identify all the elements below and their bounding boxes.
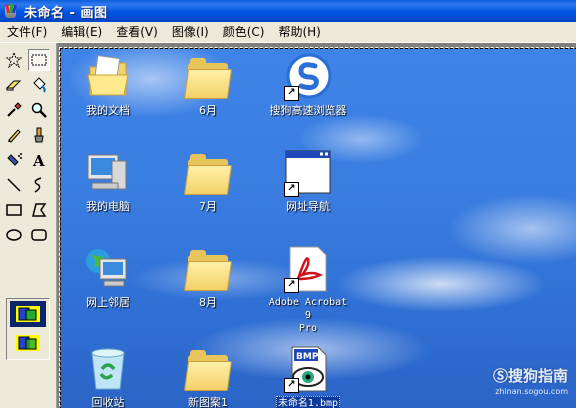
folder-icon (183, 149, 233, 197)
menu-file[interactable]: 文件(F) (0, 23, 54, 41)
ellipse-icon (6, 229, 22, 241)
recycle-bin-icon (84, 345, 132, 393)
airbrush-icon (7, 153, 22, 166)
svg-text:BMP: BMP (296, 352, 319, 362)
bmp-file-icon: BMP ↗ (284, 345, 332, 393)
airbrush-tool[interactable] (3, 149, 25, 171)
my-documents-icon (84, 53, 132, 101)
icon-label: 未命名1.bmp (275, 396, 341, 408)
watermark: Ⓢ搜狗指南 zhinan.sogou.com (493, 365, 568, 396)
shortcut-arrow-icon: ↗ (284, 182, 299, 197)
desktop-icon-my-documents[interactable]: 我的文档 (65, 53, 151, 117)
desktop-icon-folder-6[interactable]: 6月 (165, 53, 251, 117)
menu-edit[interactable]: 编辑(E) (54, 23, 109, 41)
network-places-icon (84, 245, 132, 293)
polygon-icon (32, 203, 47, 217)
desktop-icon-recycle-bin[interactable]: 回收站 (65, 345, 151, 408)
watermark-url: zhinan.sogou.com (495, 387, 568, 396)
eraser-icon (5, 80, 22, 91)
desktop-icon-folder-8[interactable]: 8月 (165, 245, 251, 309)
sogou-logo-icon: Ⓢ (492, 367, 508, 385)
folder-icon (183, 345, 233, 393)
pencil-tool[interactable] (3, 124, 25, 146)
desktop-icon-new-pattern[interactable]: 新图案1 (165, 345, 251, 408)
fill-tool[interactable] (28, 74, 50, 96)
brush-icon (34, 127, 44, 143)
free-select-tool[interactable] (3, 49, 25, 71)
text-tool[interactable]: A (28, 149, 50, 171)
desktop-icon-sogou-browser[interactable]: ↗ 搜狗高速浏览器 (265, 53, 351, 117)
magnifier-icon (31, 102, 47, 118)
curve-icon (34, 177, 42, 193)
free-select-icon (6, 52, 22, 68)
rect-select-icon (31, 54, 47, 66)
adobe-acrobat-icon: ↗ (284, 245, 332, 293)
pasted-desktop-screenshot[interactable]: 我的文档 6月 ↗ 搜狗高速浏览器 我的电脑 7月 ↗ 网址导航 网上邻居 8月… (61, 49, 576, 408)
fill-bucket-icon (33, 77, 46, 93)
desktop-icon-url-navigation[interactable]: ↗ 网址导航 (265, 149, 351, 213)
paint-canvas[interactable]: 我的文档 6月 ↗ 搜狗高速浏览器 我的电脑 7月 ↗ 网址导航 网上邻居 8月… (57, 43, 576, 408)
window-shortcut-icon: ↗ (284, 149, 332, 197)
color-picker-icon (7, 102, 22, 117)
desktop-icon-network-places[interactable]: 网上邻居 (65, 245, 151, 309)
folder-icon (183, 245, 233, 293)
watermark-text: Ⓢ搜狗指南 (492, 367, 568, 385)
icon-label: 6月 (199, 104, 217, 117)
my-computer-icon (84, 149, 132, 197)
desktop-icon-folder-7[interactable]: 7月 (165, 149, 251, 213)
opaque-mode-icon (16, 306, 40, 322)
rounded-rect-icon (31, 229, 47, 241)
desktop-icon-my-computer[interactable]: 我的电脑 (65, 149, 151, 213)
desktop-icon-untitled-bmp[interactable]: BMP ↗ 未命名1.bmp (265, 345, 351, 408)
menu-help[interactable]: 帮助(H) (271, 23, 327, 41)
folder-icon (183, 53, 233, 101)
polygon-tool[interactable] (28, 199, 50, 221)
rounded-rect-tool[interactable] (28, 224, 50, 246)
color-picker-tool[interactable] (3, 99, 25, 121)
paint-app-icon (3, 3, 18, 19)
menu-bar: 文件(F) 编辑(E) 查看(V) 图像(I) 颜色(C) 帮助(H) (0, 22, 576, 43)
tool-grid: A (3, 49, 53, 249)
shortcut-arrow-icon: ↗ (284, 378, 299, 393)
menu-view[interactable]: 查看(V) (109, 23, 165, 41)
desktop-icon-adobe-acrobat[interactable]: ↗ Adobe Acrobat 9 Pro (265, 245, 351, 335)
icon-label: 我的电脑 (86, 200, 130, 213)
text-icon: A (32, 152, 45, 168)
shortcut-arrow-icon: ↗ (284, 278, 299, 293)
icon-label: 我的文档 (86, 104, 130, 117)
icon-label: 新图案1 (188, 396, 228, 408)
magnifier-tool[interactable] (28, 99, 50, 121)
line-tool[interactable] (3, 174, 25, 196)
rectangle-icon (6, 204, 22, 216)
brush-tool[interactable] (28, 124, 50, 146)
menu-image[interactable]: 图像(I) (165, 23, 216, 41)
pencil-icon (8, 129, 21, 143)
eraser-tool[interactable] (3, 74, 25, 96)
icon-label: 7月 (199, 200, 217, 213)
curve-tool[interactable] (28, 174, 50, 196)
ellipse-tool[interactable] (3, 224, 25, 246)
shortcut-arrow-icon: ↗ (284, 86, 299, 101)
rect-select-tool[interactable] (28, 49, 50, 71)
rectangle-tool[interactable] (3, 199, 25, 221)
menu-colors[interactable]: 颜色(C) (216, 23, 272, 41)
icon-label: 搜狗高速浏览器 (269, 104, 347, 117)
title-bar[interactable]: 未命名 - 画图 (0, 0, 576, 22)
svg-text:A: A (32, 152, 45, 168)
sogou-browser-icon: ↗ (284, 53, 332, 101)
opaque-option[interactable] (10, 301, 46, 327)
icon-label: 网上邻居 (86, 296, 130, 309)
icon-label: Adobe Acrobat 9 Pro (268, 297, 348, 334)
icon-label: 8月 (199, 296, 217, 309)
transparent-option[interactable] (10, 330, 46, 356)
icon-label: 网址导航 (286, 200, 330, 213)
transparent-mode-icon (16, 335, 40, 351)
tool-options (6, 298, 50, 360)
window-title: 未命名 - 画图 (24, 5, 108, 21)
icon-label: 回收站 (91, 396, 125, 408)
tool-box: A (0, 43, 57, 408)
line-icon (7, 178, 21, 192)
